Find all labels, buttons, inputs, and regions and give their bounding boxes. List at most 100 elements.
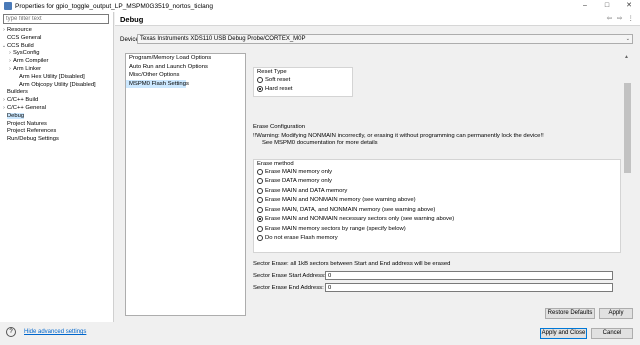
radio-option[interactable]: Erase MAIN and NONMAIN necessary sectors… [257, 216, 454, 224]
flash-settings-panel: Reset Type Soft reset Hard reset Erase Co… [249, 53, 632, 316]
header-nav: ⇦ ⇨ ⋮ [607, 14, 634, 22]
radio-option-label: Soft reset [265, 76, 291, 83]
radio-option[interactable]: Erase MAIN memory only [257, 168, 332, 176]
sector-end-input[interactable] [325, 283, 613, 292]
radio-option-label: Erase MAIN and DATA memory [265, 187, 348, 194]
tree-item[interactable]: Run/Debug Settings [0, 136, 114, 144]
scrollbar-thumb[interactable] [624, 83, 631, 173]
radio-option-label: Erase DATA memory only [265, 178, 332, 185]
radio-checked-icon[interactable] [257, 216, 263, 223]
tree-item[interactable]: › C/C++ Build [0, 97, 114, 105]
tree-item[interactable]: › SysConfig [0, 50, 114, 58]
device-select[interactable]: Texas Instruments XDS110 USB Debug Probe… [137, 34, 633, 44]
tree-item-label: CCS Build [7, 42, 34, 49]
right-pane: Debug ⇦ ⇨ ⋮ Device Texas Instruments XDS… [115, 12, 640, 322]
radio-unchecked-icon[interactable] [257, 197, 263, 204]
reset-type-title: Reset Type [257, 69, 287, 75]
tree-item[interactable]: Builders [0, 89, 114, 97]
property-tree: › Resource CCS General ⌄CCS Build › SysConfig… [0, 27, 114, 144]
radio-option[interactable]: Erase MAIN and DATA memory [257, 187, 347, 195]
radio-checked-icon[interactable] [257, 85, 263, 92]
sector-erase-note: Sector Erase: all 1kB sectors between St… [253, 261, 451, 267]
tree-item-label: Builders [7, 89, 28, 96]
back-arrow-icon[interactable]: ⇦ [607, 14, 612, 22]
erase-method-title: Erase method [257, 161, 294, 167]
tree-item[interactable]: CCS General [0, 35, 114, 43]
window-title: Properties for gpio_toggle_output_LP_MSP… [15, 2, 214, 10]
erase-warning: !!Warning: Modifying NONMAIN incorrectly… [253, 133, 544, 139]
radio-option-label: Hard reset [265, 85, 293, 92]
maximize-button[interactable]: □ [596, 0, 618, 12]
sector-start-input[interactable] [325, 271, 613, 280]
tree-item[interactable]: Debug [0, 112, 114, 121]
tree-item[interactable]: Project References [0, 128, 114, 136]
tree-item-label: C/C++ General [7, 104, 46, 111]
chevron-down-icon: ⌄ [625, 36, 630, 42]
minimize-button[interactable]: – [574, 0, 596, 12]
radio-option-label: Erase MAIN and NONMAIN memory (see warni… [265, 197, 416, 204]
radio-unchecked-icon[interactable] [257, 178, 263, 185]
dialog-footer: ? Hide advanced settings Apply and Close… [0, 322, 640, 345]
radio-unchecked-icon[interactable] [257, 206, 263, 213]
debug-category-item[interactable]: Program/Memory Load Options [126, 54, 245, 63]
radio-option-label: Erase MAIN memory only [265, 168, 333, 175]
tree-item-label: Arm Linker [13, 65, 42, 72]
tree-item-label: Run/Debug Settings [7, 136, 59, 143]
debug-category-item[interactable]: MSPM0 Flash Settings [126, 79, 189, 88]
panel-scrollbar[interactable]: ▲ ▼ [623, 53, 632, 316]
tree-item-label: C/C++ Build [7, 97, 39, 104]
tree-item[interactable]: › C/C++ General [0, 105, 114, 113]
radio-option-label: Erase MAIN and NONMAIN necessary sectors… [265, 216, 455, 223]
tree-item[interactable]: Arm Hex Utility [Disabled] [0, 74, 114, 82]
radio-option[interactable]: Hard reset [257, 85, 293, 93]
forward-arrow-icon[interactable]: ⇨ [617, 14, 622, 22]
tree-item[interactable]: Project Natures [0, 121, 114, 129]
radio-option[interactable]: Erase MAIN memory sectors by range (spec… [257, 225, 406, 233]
tree-item-label: Arm Objcopy Utility [Disabled] [19, 81, 96, 88]
cancel-button[interactable]: Cancel [591, 328, 633, 339]
tree-item[interactable]: › Arm Compiler [0, 58, 114, 66]
radio-option[interactable]: Erase MAIN, DATA, and NONMAIN memory (se… [257, 206, 435, 214]
window-controls: – □ ✕ [574, 0, 640, 12]
radio-unchecked-icon[interactable] [257, 187, 263, 194]
title-bar: Properties for gpio_toggle_output_LP_MSP… [0, 0, 640, 12]
erase-config-title: Erase Configuration [253, 124, 306, 130]
apply-button[interactable]: Apply [599, 308, 633, 319]
tree-item-label: Resource [7, 27, 32, 33]
tree-item-label: CCS General [7, 34, 42, 41]
radio-unchecked-icon[interactable] [257, 235, 263, 242]
radio-option[interactable]: Do not erase Flash memory [257, 235, 338, 243]
tree-item[interactable]: Arm Objcopy Utility [Disabled] [0, 82, 114, 90]
debug-category-item[interactable]: Auto Run and Launch Options [126, 63, 245, 72]
tree-item[interactable]: ⌄CCS Build [0, 43, 114, 51]
radio-option[interactable]: Erase DATA memory only [257, 178, 332, 186]
sector-start-label: Sector Erase Start Address: 0x [253, 273, 334, 279]
restore-defaults-button[interactable]: Restore Defaults [545, 308, 595, 319]
app-icon [4, 2, 12, 10]
page-title: Debug [120, 15, 144, 24]
tree-item-label: Project Natures [7, 120, 47, 127]
tree-item[interactable]: › Arm Linker [0, 66, 114, 74]
help-icon[interactable]: ? [6, 327, 16, 337]
radio-unchecked-icon[interactable] [257, 76, 263, 83]
hide-advanced-link[interactable]: Hide advanced settings [24, 329, 86, 335]
radio-option[interactable]: Erase MAIN and NONMAIN memory (see warni… [257, 197, 416, 205]
tree-item[interactable]: › Resource [0, 27, 114, 35]
radio-unchecked-icon[interactable] [257, 168, 263, 175]
radio-option-label: Do not erase Flash memory [265, 235, 338, 242]
radio-option[interactable]: Soft reset [257, 76, 290, 84]
apply-and-close-button[interactable]: Apply and Close [540, 328, 587, 339]
page-header: Debug ⇦ ⇨ ⋮ [115, 12, 640, 26]
scroll-up-icon[interactable]: ▲ [624, 54, 629, 60]
radio-option-label: Erase MAIN memory sectors by range (spec… [265, 225, 406, 232]
filter-input[interactable] [3, 14, 109, 24]
debug-category-item[interactable]: Misc/Other Options [126, 71, 245, 80]
tree-item-label: SysConfig [13, 50, 40, 57]
view-menu-icon[interactable]: ⋮ [628, 14, 635, 22]
left-pane: ›ResourceCCS General ⌄CCS Build›SysConfig… [0, 12, 114, 322]
radio-option-label: Erase MAIN, DATA, and NONMAIN memory (se… [265, 206, 436, 213]
sector-end-label: Sector Erase End Address: 0x [253, 285, 332, 291]
radio-unchecked-icon[interactable] [257, 225, 263, 232]
tree-item-label: Arm Hex Utility [Disabled] [19, 73, 85, 80]
close-button[interactable]: ✕ [618, 0, 640, 12]
